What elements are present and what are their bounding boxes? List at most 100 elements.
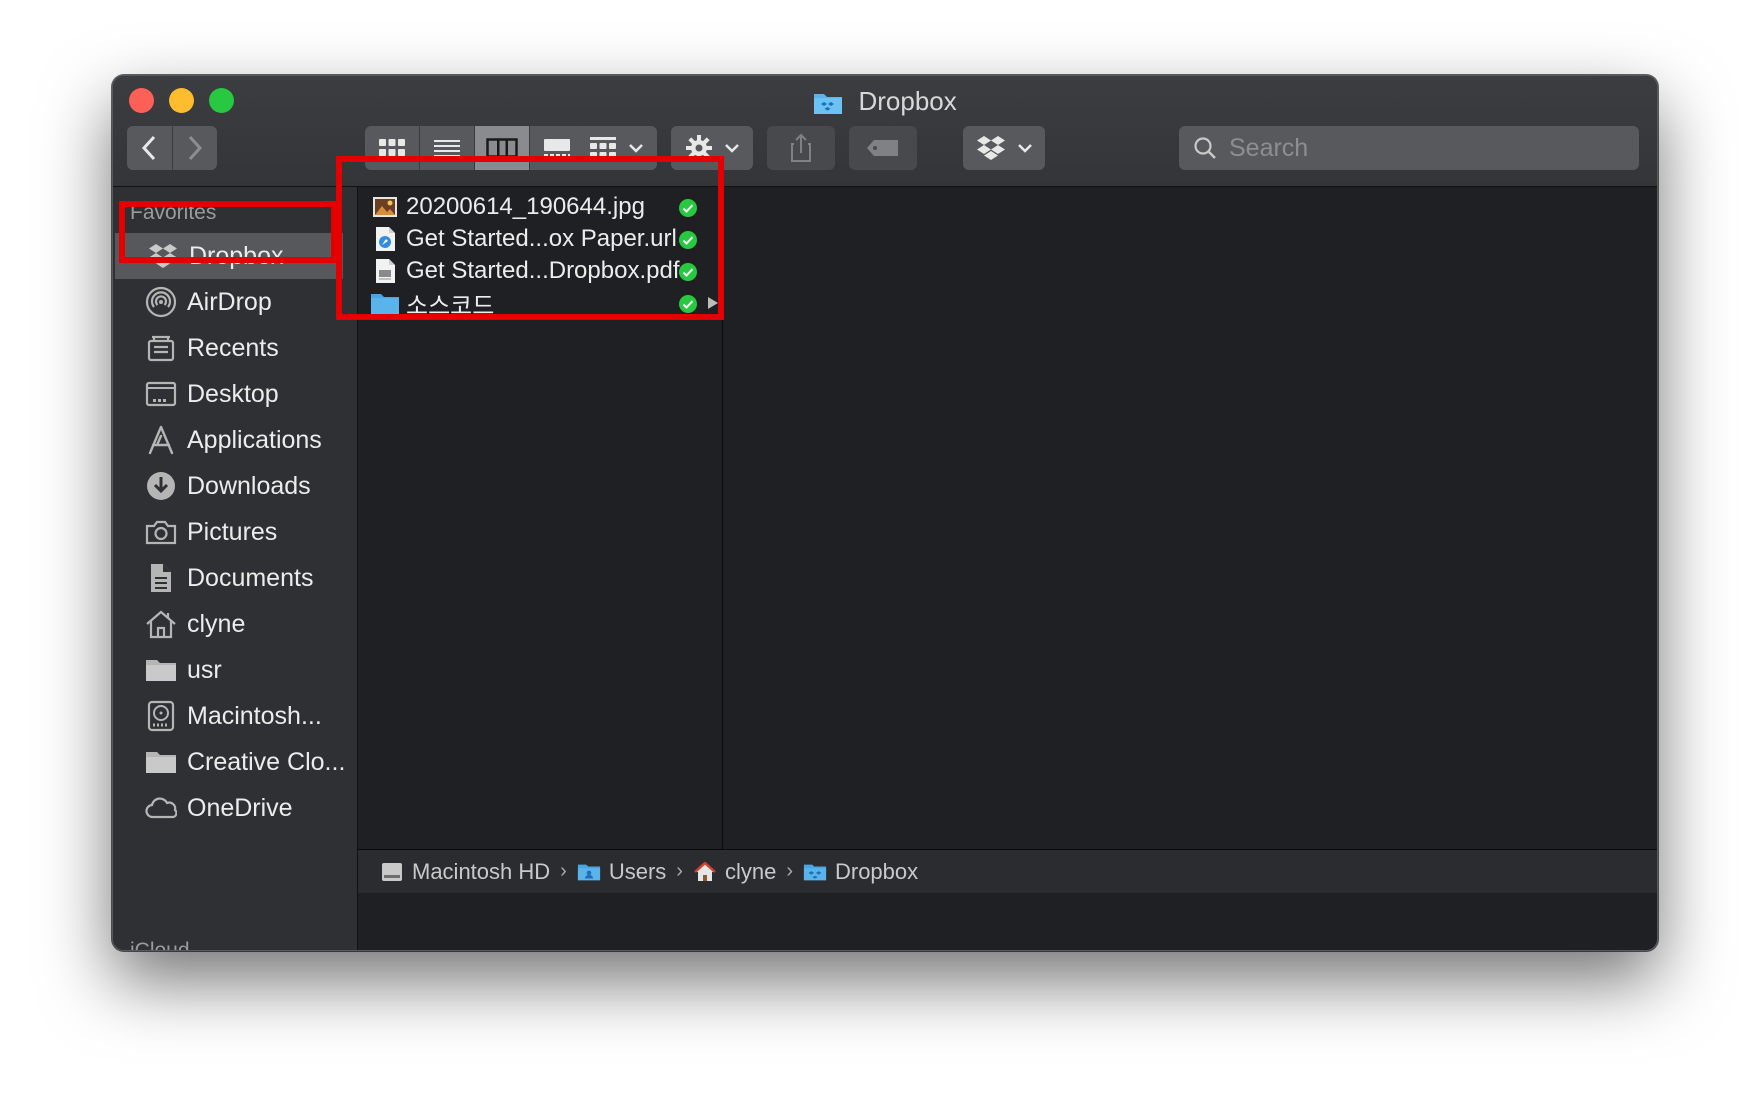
sidebar-item-label: Macintosh... [187, 701, 322, 730]
url-file-icon [372, 226, 398, 252]
dropbox-icon [977, 136, 1005, 160]
documents-icon [145, 562, 177, 594]
folder-row[interactable]: 소스코드 [358, 287, 722, 320]
path-separator-icon: › [560, 860, 567, 882]
share-button[interactable] [767, 126, 835, 170]
file-row[interactable]: Get Started...ox Paper.url [358, 223, 722, 255]
sidebar-item-downloads[interactable]: Downloads [113, 463, 357, 509]
sidebar-item-dropbox[interactable]: Dropbox [115, 233, 343, 279]
desktop-icon [145, 378, 177, 410]
path-item-users[interactable]: Users [577, 859, 666, 885]
sync-check-icon [678, 229, 698, 249]
sync-check-icon [678, 197, 698, 217]
sidebar-item-label: Downloads [187, 471, 311, 500]
sidebar-item-label: AirDrop [187, 287, 272, 316]
path-item-macintosh-hd[interactable]: Macintosh HD [380, 859, 550, 885]
path-item-label: Dropbox [834, 858, 919, 884]
forward-button[interactable] [173, 126, 218, 170]
sidebar-item-label: Pictures [187, 517, 278, 546]
sidebar-item-pictures[interactable]: Pictures [113, 509, 357, 555]
column-view-button[interactable] [475, 126, 530, 170]
pdf-file-icon [372, 258, 398, 284]
gallery-view-icon [544, 139, 570, 157]
browser-column: 20200614_190644.jpg Get Started...ox Pap… [358, 187, 723, 849]
hard-drive-icon [145, 700, 177, 732]
list-view-icon [434, 140, 460, 157]
sync-check-icon [678, 261, 698, 281]
icon-view-button[interactable] [365, 126, 420, 170]
users-folder-icon [577, 861, 601, 883]
sidebar-item-recents[interactable]: Recents [113, 325, 357, 371]
sidebar-item-documents[interactable]: Documents [113, 555, 357, 601]
airdrop-icon [145, 286, 177, 318]
sidebar-item-label: usr [187, 655, 222, 684]
search-input[interactable] [1227, 132, 1611, 164]
sidebar-item-clyne[interactable]: clyne [113, 601, 357, 647]
home-icon [145, 608, 177, 640]
file-row[interactable]: Get Started...Dropbox.pdf [358, 255, 722, 287]
sidebar-item-onedrive[interactable]: OneDrive [113, 785, 357, 831]
sidebar-item-label: Applications [187, 425, 322, 454]
sidebar-item-desktop[interactable]: Desktop [113, 371, 357, 417]
search-field[interactable] [1179, 126, 1639, 170]
folder-icon [145, 654, 177, 686]
path-item-label: clyne [724, 858, 777, 884]
sidebar-item-airdrop[interactable]: AirDrop [113, 279, 357, 325]
column-view-icon [486, 138, 518, 158]
dropbox-folder-icon [813, 89, 843, 123]
group-by-button[interactable] [575, 126, 657, 170]
share-icon [791, 133, 811, 162]
image-file-icon [372, 194, 398, 220]
path-item-label: Users [608, 858, 667, 884]
dropbox-menu-button[interactable] [963, 126, 1045, 170]
sidebar-item-usr[interactable]: usr [113, 647, 357, 693]
chevron-down-icon [629, 144, 643, 153]
view-mode-control [365, 126, 584, 170]
window-title-text: Dropbox [858, 86, 957, 116]
sidebar-item-applications[interactable]: Applications [113, 417, 357, 463]
tag-icon [867, 140, 898, 156]
folder-name: 소스코드 [406, 292, 495, 320]
disclosure-arrow-icon[interactable] [708, 297, 718, 309]
group-icon [590, 137, 616, 158]
action-button[interactable] [671, 126, 753, 170]
sidebar-item-creative-cloud[interactable]: Creative Clo... [113, 739, 357, 785]
list-view-button[interactable] [420, 126, 475, 170]
title-bar: Dropbox [113, 76, 1657, 187]
sidebar-item-label: OneDrive [187, 793, 293, 822]
applications-icon [145, 424, 177, 456]
file-name: Get Started...Dropbox.pdf [406, 257, 680, 284]
path-bar: Macintosh HD › Users › clyne › Dropbox [358, 849, 1657, 893]
dropbox-folder-icon [803, 861, 827, 883]
file-row[interactable]: 20200614_190644.jpg [358, 191, 722, 223]
sidebar-item-label: Desktop [187, 379, 279, 408]
path-item-label: Macintosh HD [412, 858, 551, 884]
back-button[interactable] [127, 126, 173, 170]
home-icon [693, 861, 717, 883]
path-item-dropbox[interactable]: Dropbox [803, 859, 918, 885]
sidebar-item-label: clyne [187, 609, 246, 638]
sidebar-item-macintosh-hd[interactable]: Macintosh... [113, 693, 357, 739]
finder-window: Dropbox Search Favorites Dropbox AirDrop… [112, 75, 1658, 951]
recents-icon [145, 332, 177, 364]
sidebar-item-label: Creative Clo... [187, 747, 346, 776]
sidebar-item-label: Dropbox [189, 241, 284, 270]
path-separator-icon: › [786, 860, 793, 882]
path-item-clyne[interactable]: clyne [693, 859, 776, 885]
sidebar-section-favorites: Favorites [130, 201, 217, 224]
cloud-icon [145, 792, 177, 824]
window-title: Dropbox [113, 84, 1657, 118]
chevron-down-icon [725, 144, 739, 153]
search-icon [1194, 137, 1216, 159]
chevron-left-icon [142, 135, 156, 161]
chevron-right-icon [188, 135, 202, 161]
sync-check-icon [678, 293, 698, 313]
file-name: Get Started...ox Paper.url [406, 225, 677, 252]
sidebar: Favorites Dropbox AirDrop Recents Deskto… [113, 187, 358, 950]
hard-drive-icon [380, 861, 404, 883]
folder-icon [370, 290, 400, 316]
tags-button[interactable] [849, 126, 917, 170]
dropbox-icon [147, 240, 179, 272]
sidebar-section-icloud: iCloud [130, 939, 190, 950]
downloads-icon [145, 470, 177, 502]
